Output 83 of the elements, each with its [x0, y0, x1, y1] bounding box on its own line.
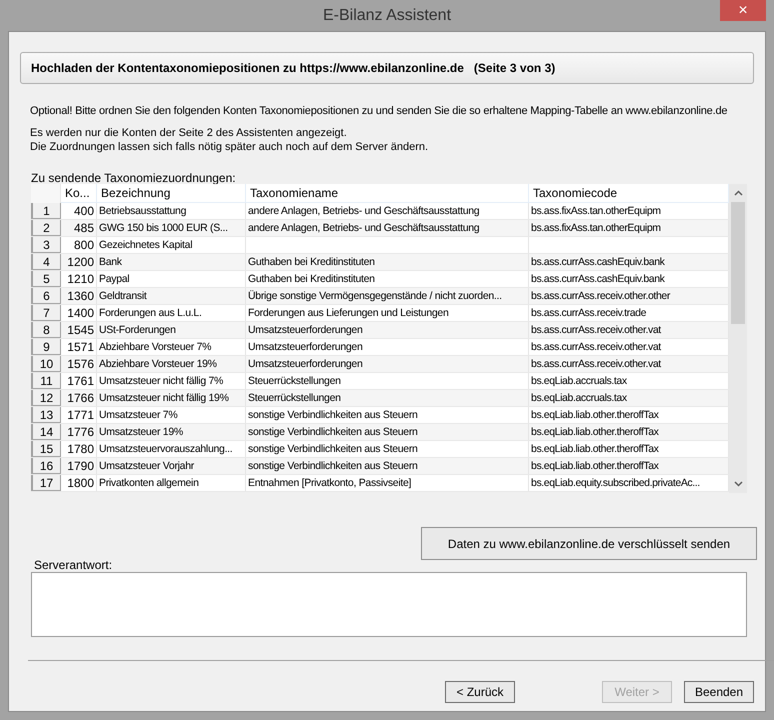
page-header: Hochladen der Kontentaxonomiepositionen zu https://www.ebilanzonline.de (Seite 3 von 3) [20, 52, 754, 84]
table-cell: 1771 [61, 407, 97, 423]
table-cell: Umsatzsteuer 19% [97, 424, 246, 440]
table-cell: Abziehbare Vorsteuer 19% [97, 356, 246, 372]
table-cell: Bank [97, 254, 246, 270]
row-header[interactable]: 11 [31, 373, 61, 389]
table-cell: Umsatzsteuerforderungen [246, 339, 529, 355]
row-header[interactable]: 2 [31, 220, 61, 236]
server-response-field[interactable] [31, 572, 747, 637]
table-cell: Guthaben bei Kreditinstituten [246, 254, 529, 270]
table-cell: Umsatzsteuervorauszahlung... [97, 441, 246, 457]
send-button[interactable]: Daten zu www.ebilanzonline.de verschlüsselt senden [421, 527, 757, 560]
table-label: Zu sendende Taxonomiezuordnungen: [30, 172, 237, 184]
table-cell: 1790 [61, 458, 97, 474]
table-cell: 1761 [61, 373, 97, 389]
table-cell: GWG 150 bis 1000 EUR (S... [97, 220, 246, 236]
table-cell: 1766 [61, 390, 97, 406]
table-cell: Forderungen aus L.u.L. [97, 305, 246, 321]
table-cell: andere Anlagen, Betriebs- und Geschäftsausstattung [246, 203, 529, 219]
table-cell: sonstige Verbindlichkeiten aus Steuern [246, 441, 529, 457]
hint-text: Es werden nur die Konten der Seite 2 des Assistenten angezeigt. [30, 126, 348, 140]
table-cell: sonstige Verbindlichkeiten aus Steuern [246, 424, 529, 440]
close-button[interactable]: × [720, 0, 766, 21]
chevron-up-icon[interactable] [734, 190, 742, 196]
row-header[interactable]: 4 [31, 254, 61, 270]
table-cell: Übrige sonstige Vermögensgegenstände / nicht zuorden... [246, 288, 529, 304]
table-cell: Guthaben bei Kreditinstituten [246, 271, 529, 287]
table-cell: Umsatzsteuerforderungen [246, 356, 529, 372]
table-cell: Umsatzsteuer Vorjahr [97, 458, 246, 474]
table-cell: Steuerrückstellungen [246, 373, 529, 389]
table-cell: 1210 [61, 271, 97, 287]
row-header[interactable]: 9 [31, 339, 61, 355]
row-header[interactable]: 15 [31, 441, 61, 457]
table-cell: Geldtransit [97, 288, 246, 304]
table-cell: 800 [61, 237, 97, 253]
row-header[interactable]: 8 [31, 322, 61, 338]
row-header[interactable]: 6 [31, 288, 61, 304]
table-cell: Paypal [97, 271, 246, 287]
table-cell: 1571 [61, 339, 97, 355]
table-cell: 400 [61, 203, 97, 219]
table-cell: Privatkonten allgemein [97, 475, 246, 491]
table-cell: 1576 [61, 356, 97, 372]
table-cell: USt-Forderungen [97, 322, 246, 338]
table-cell: Entnahmen [Privatkonto, Passivseite] [246, 475, 529, 491]
scrollbar-thumb[interactable] [731, 202, 745, 324]
table-cell: 1800 [61, 475, 97, 491]
table-cell: Umsatzsteuer nicht fällig 7% [97, 373, 246, 389]
table-cell: 485 [61, 220, 97, 236]
table-cell: sonstige Verbindlichkeiten aus Steuern [246, 407, 529, 423]
table-cell: sonstige Verbindlichkeiten aus Steuern [246, 458, 529, 474]
table-cell: Umsatzsteuer 7% [97, 407, 246, 423]
table-cell: Gezeichnetes Kapital [97, 237, 246, 253]
table-cell: 1400 [61, 305, 97, 321]
table-cell: andere Anlagen, Betriebs- und Geschäftsausstattung [246, 220, 529, 236]
table-cell: 1200 [61, 254, 97, 270]
table-cell: Umsatzsteuerforderungen [246, 322, 529, 338]
row-header[interactable]: 16 [31, 458, 61, 474]
intro-text: Optional! Bitte ordnen Sie den folgenden Konten Taxonomiepositionen zu und senden Sie die so erhaltene Mapping-Tabelle an www.ebilanzonline.de [30, 104, 728, 118]
hint-text: Die Zuordnungen lassen sich falls nötig später auch noch auf dem Server ändern. [30, 140, 430, 154]
row-header[interactable]: 7 [31, 305, 61, 321]
nav-button[interactable]: < Zurück [445, 681, 515, 703]
table-cell: 1776 [61, 424, 97, 440]
table-cell: 1545 [61, 322, 97, 338]
nav-button[interactable]: Beenden [684, 681, 754, 703]
row-header[interactable]: 10 [31, 356, 61, 372]
table-cell: Umsatzsteuer nicht fällig 19% [97, 390, 246, 406]
row-header[interactable]: 14 [31, 424, 61, 440]
table-cell: Abziehbare Vorsteuer 7% [97, 339, 246, 355]
row-header[interactable]: 13 [31, 407, 61, 423]
row-header[interactable]: 5 [31, 271, 61, 287]
server-response-label: Serverantwort: [33, 559, 114, 571]
row-header[interactable]: 17 [31, 475, 61, 491]
table-cell: 1360 [61, 288, 97, 304]
table-cell: 1780 [61, 441, 97, 457]
table-cell: Forderungen aus Lieferungen und Leistungen [246, 305, 529, 321]
window-title: E-Bilanz Assistent [322, 6, 452, 26]
row-header[interactable]: 12 [31, 390, 61, 406]
table-cell: Betriebsausstattung [97, 203, 246, 219]
row-header[interactable]: 1 [31, 203, 61, 219]
chevron-down-icon[interactable] [734, 481, 742, 487]
scrollbar[interactable] [729, 184, 747, 493]
row-header[interactable]: 3 [31, 237, 61, 253]
table-cell: Steuerrückstellungen [246, 390, 529, 406]
